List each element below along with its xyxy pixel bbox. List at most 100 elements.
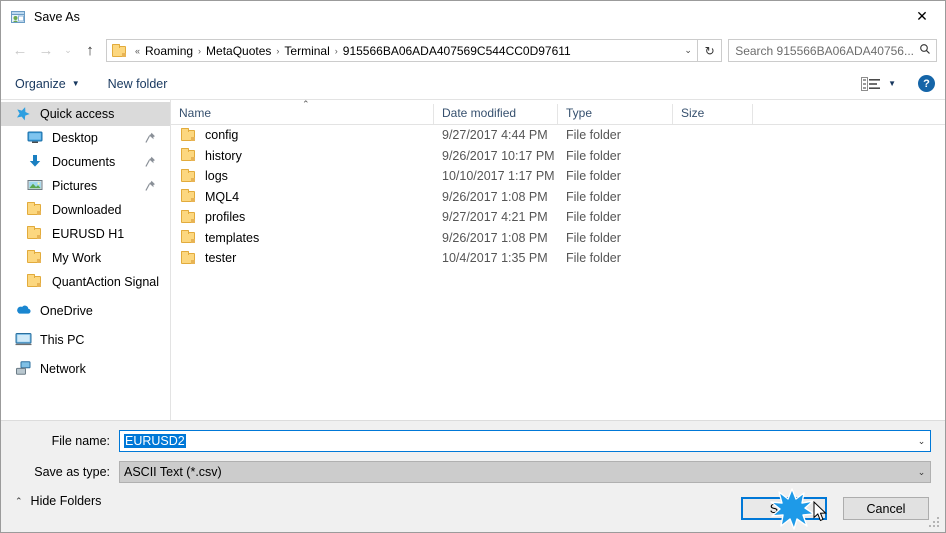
table-row[interactable]: MQL4 9/26/2017 1:08 PM File folder	[171, 187, 945, 208]
sidebar-item-network[interactable]: Network	[1, 357, 170, 381]
breadcrumb-separator[interactable]: ›	[195, 46, 204, 56]
column-header-date-modified[interactable]: Date modified	[434, 104, 558, 124]
column-header-size[interactable]: Size	[673, 104, 753, 124]
dialog-buttons: Save Cancel	[741, 497, 929, 520]
breadcrumb-item-roaming[interactable]: Roaming	[143, 44, 195, 58]
search-input[interactable]: Search 915566BA06ADA40756...	[729, 44, 914, 58]
breadcrumb-separator[interactable]: ›	[332, 46, 341, 56]
star-icon	[15, 106, 33, 122]
sidebar-item-pictures[interactable]: Pictures	[1, 174, 170, 198]
close-icon[interactable]: ✕	[899, 1, 945, 32]
file-name-value[interactable]: EURUSD2	[120, 434, 913, 448]
breadcrumb-item-instance[interactable]: 915566BA06ADA407569C544CC0D97611	[341, 44, 573, 58]
command-bar-right: ▼ ?	[861, 75, 935, 92]
picture-icon	[27, 178, 45, 194]
navigation-bar: ← → ⌄ ↑ « Roaming › MetaQuotes › Termina…	[1, 33, 945, 68]
back-icon[interactable]: ←	[7, 38, 33, 64]
sidebar-item-label: Quick access	[40, 107, 115, 121]
refresh-icon[interactable]: ↻	[698, 39, 723, 62]
file-date-cell: 9/26/2017 10:17 PM	[442, 148, 555, 163]
cloud-icon	[15, 303, 33, 319]
file-type-cell: File folder	[566, 169, 621, 184]
forward-icon[interactable]: →	[33, 38, 59, 64]
save-button[interactable]: Save	[741, 497, 827, 520]
save-as-type-value: ASCII Text (*.csv)	[124, 465, 222, 479]
file-name-cell: MQL4	[171, 189, 434, 204]
up-one-level-icon[interactable]: ↑	[77, 38, 103, 64]
sort-ascending-icon: ⌃	[302, 99, 310, 109]
table-row[interactable]: history 9/26/2017 10:17 PM File folder	[171, 146, 945, 167]
recent-locations-icon[interactable]: ⌄	[59, 38, 77, 64]
folder-icon	[181, 250, 197, 266]
file-name-cell: logs	[171, 168, 434, 184]
cancel-button[interactable]: Cancel	[843, 497, 929, 520]
folder-icon	[27, 250, 45, 266]
file-name-label: tester	[205, 251, 237, 266]
table-row[interactable]: config 9/27/2017 4:44 PM File folder	[171, 125, 945, 146]
title-bar: Save As ✕	[1, 1, 945, 33]
file-date-cell: 10/10/2017 1:17 PM	[442, 169, 555, 184]
view-chevron-down-icon[interactable]: ▼	[888, 79, 896, 88]
organize-button[interactable]: Organize ▼	[15, 77, 80, 91]
table-row[interactable]: templates 9/26/2017 1:08 PM File folder	[171, 228, 945, 249]
hide-folders-button[interactable]: ⌃ Hide Folders	[15, 494, 101, 508]
sidebar-item-onedrive[interactable]: OneDrive	[1, 299, 170, 323]
sidebar-item-documents[interactable]: Documents	[1, 150, 170, 174]
change-view-icon[interactable]	[861, 76, 881, 91]
chevron-down-icon: ▼	[71, 79, 80, 88]
file-type-cell: File folder	[566, 128, 621, 143]
chevron-down-icon[interactable]: ⌄	[679, 45, 697, 56]
command-bar: Organize ▼ New folder ▼ ?	[1, 68, 945, 99]
breadcrumb-item-terminal[interactable]: Terminal	[282, 44, 331, 58]
table-row[interactable]: profiles 9/27/2017 4:21 PM File folder	[171, 207, 945, 228]
chevron-down-icon[interactable]: ⌄	[913, 467, 930, 478]
file-date-cell: 9/26/2017 1:08 PM	[442, 230, 548, 245]
resize-grip[interactable]	[929, 517, 941, 529]
breadcrumb-separator[interactable]: ›	[273, 46, 282, 56]
folder-icon	[112, 44, 127, 57]
folder-icon	[27, 226, 45, 242]
breadcrumb-item-metaquotes[interactable]: MetaQuotes	[204, 44, 273, 58]
file-name-selected-text[interactable]: EURUSD2	[124, 434, 186, 448]
sidebar-item-label: Documents	[52, 155, 116, 169]
column-header-type[interactable]: Type	[558, 104, 673, 124]
sidebar-item-my-work[interactable]: My Work	[1, 246, 170, 270]
breadcrumb-overflow[interactable]: «	[132, 46, 143, 56]
help-icon[interactable]: ?	[918, 75, 935, 92]
save-as-type-row: Save as type: ASCII Text (*.csv) ⌄	[1, 461, 945, 483]
sidebar-item-quick-access[interactable]: Quick access	[1, 102, 170, 126]
file-name-row: File name: EURUSD2 ⌄	[1, 430, 945, 452]
sidebar-item-quantaction-signal[interactable]: QuantAction Signal	[1, 270, 170, 294]
new-folder-button[interactable]: New folder	[108, 77, 168, 91]
file-type-cell: File folder	[566, 210, 621, 225]
save-options-pane: File name: EURUSD2 ⌄ Save as type: ASCII…	[1, 420, 945, 532]
sidebar-item-label: Downloaded	[52, 203, 122, 217]
sidebar-item-label: EURUSD H1	[52, 227, 125, 241]
sidebar-item-label: This PC	[40, 333, 85, 347]
sidebar-item-downloaded[interactable]: Downloaded	[1, 198, 170, 222]
file-date-cell: 9/26/2017 1:08 PM	[442, 189, 548, 204]
file-name-cell: profiles	[171, 209, 434, 225]
file-name-label: logs	[205, 169, 228, 184]
pin-icon[interactable]	[145, 156, 156, 168]
address-bar[interactable]: « Roaming › MetaQuotes › Terminal › 9155…	[106, 39, 699, 62]
search-icon	[914, 43, 936, 58]
sidebar-item-eurusd-h1[interactable]: EURUSD H1	[1, 222, 170, 246]
pin-icon[interactable]	[145, 132, 156, 144]
file-name-label: File name:	[51, 434, 110, 448]
table-row[interactable]: logs 10/10/2017 1:17 PM File folder	[171, 166, 945, 187]
search-box[interactable]: Search 915566BA06ADA40756...	[728, 39, 937, 62]
folder-icon	[181, 168, 197, 184]
file-name-label: profiles	[205, 210, 246, 225]
sidebar-item-desktop[interactable]: Desktop	[1, 126, 170, 150]
save-as-type-select[interactable]: ASCII Text (*.csv) ⌄	[119, 461, 931, 483]
pin-icon[interactable]	[145, 180, 156, 192]
sidebar-item-this-pc[interactable]: This PC	[1, 328, 170, 352]
file-name-cell: config	[171, 127, 434, 143]
folder-icon	[181, 127, 197, 143]
file-name-input[interactable]: EURUSD2 ⌄	[119, 430, 931, 452]
network-icon	[15, 361, 33, 377]
save-as-dialog: Save As ✕ ← → ⌄ ↑ « Roaming › MetaQuotes…	[0, 0, 946, 533]
table-row[interactable]: tester 10/4/2017 1:35 PM File folder	[171, 248, 945, 269]
chevron-down-icon[interactable]: ⌄	[913, 436, 930, 447]
